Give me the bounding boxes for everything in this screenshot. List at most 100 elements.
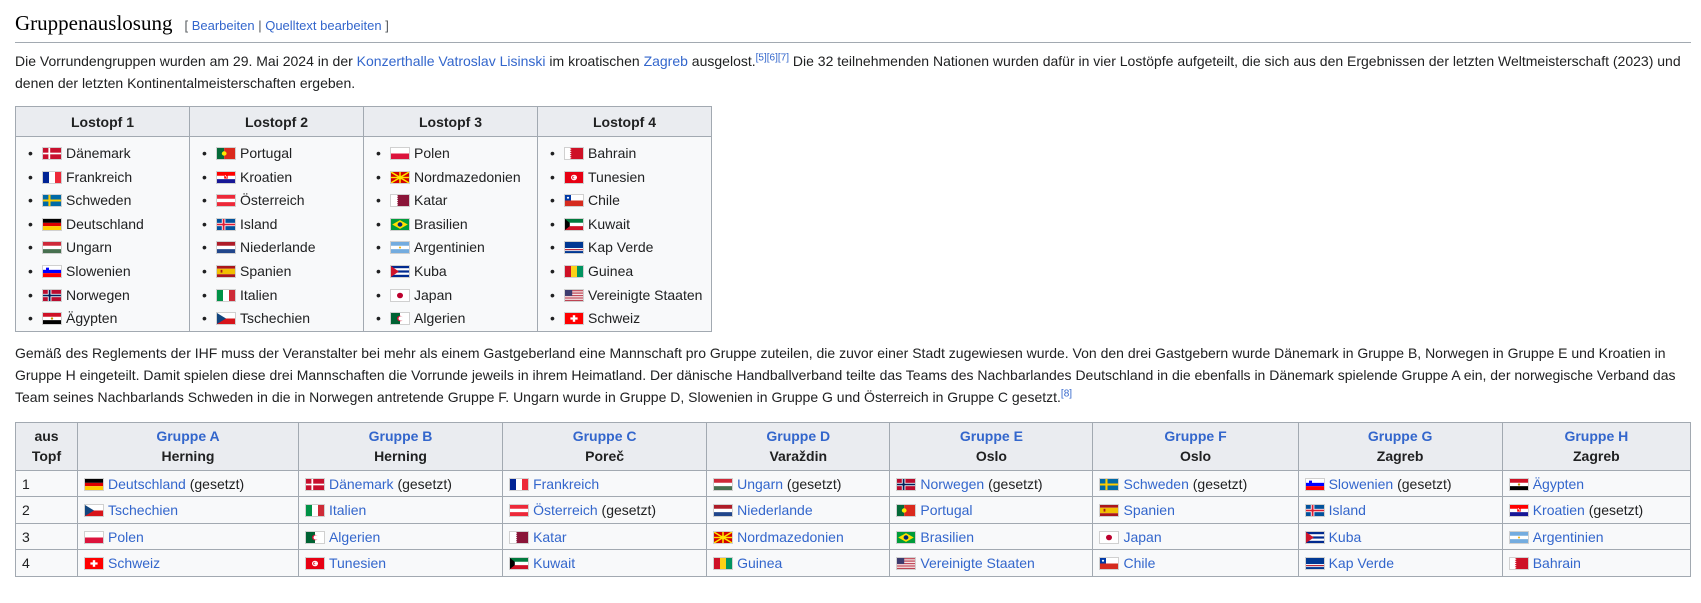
team-link[interactable]: Niederlande: [737, 502, 813, 518]
flag-jp-icon: [390, 288, 410, 302]
team-link[interactable]: Schweiz: [108, 555, 160, 571]
team-name: Island: [240, 215, 278, 232]
group-team-cell: Nordmazedonien: [706, 522, 891, 551]
team-link[interactable]: Island: [1329, 502, 1366, 518]
group-name-link[interactable]: Gruppe F: [1097, 426, 1293, 446]
group-team-cell: Frankreich: [502, 469, 708, 498]
list-item: Guinea: [550, 260, 711, 284]
group-team-cell: Niederlande: [706, 496, 891, 524]
group-name-link[interactable]: Gruppe D: [711, 426, 885, 446]
list-item: Italien: [202, 284, 363, 308]
team-link[interactable]: Nordmazedonien: [737, 529, 844, 545]
flag-es-icon: [1099, 504, 1120, 517]
team-name: Nordmazedonien: [414, 168, 521, 185]
link-konzerthalle[interactable]: Konzerthalle Vatroslav Lisinski: [357, 53, 546, 69]
team-link[interactable]: Kroatien: [1533, 502, 1585, 518]
team-link[interactable]: Ungarn: [737, 476, 783, 492]
group-name-link[interactable]: Gruppe G: [1303, 426, 1498, 446]
list-item: Kuba: [376, 260, 537, 284]
group-header-c: Gruppe C Poreč: [502, 421, 708, 471]
lostopf-cell-1: Dänemark Frankreich Schweden Deutschland Ung…: [15, 136, 190, 332]
group-name-link[interactable]: Gruppe C: [507, 426, 702, 446]
team-name: Deutschland: [66, 215, 144, 232]
section-title: Gruppenauslosung: [15, 11, 173, 35]
flag-ch-icon: [84, 557, 104, 570]
link-zagreb[interactable]: Zagreb: [644, 53, 688, 69]
edit-source-link[interactable]: Quelltext bearbeiten: [265, 18, 381, 33]
flag-eg-icon: [42, 312, 62, 326]
team-link[interactable]: Dänemark: [329, 476, 394, 492]
intro-references[interactable]: [5][6][7]: [756, 52, 789, 63]
team-link[interactable]: Bahrain: [1533, 555, 1581, 571]
pot-number: 4: [15, 549, 78, 577]
flag-de-icon: [84, 477, 104, 491]
team-name: Kroatien: [240, 168, 293, 185]
team-link[interactable]: Japan: [1123, 529, 1161, 545]
team-name: Ungarn: [66, 239, 112, 256]
group-header-f: Gruppe F Oslo: [1092, 421, 1299, 471]
team-name: Bahrain: [588, 145, 637, 161]
group-team-cell: Tschechien: [77, 496, 299, 524]
flag-tn-icon: [564, 170, 584, 184]
seeded-note: (gesetzt): [597, 502, 656, 518]
lostopf-team-list: Dänemark Frankreich Schweden Deutschland Ung…: [16, 142, 189, 331]
group-name-link[interactable]: Gruppe H: [1507, 426, 1686, 446]
team-name: Katar: [414, 192, 448, 209]
team-name: Japan: [414, 286, 453, 303]
team-link[interactable]: Polen: [108, 529, 144, 545]
group-team-cell: Dänemark (gesetzt): [297, 469, 504, 498]
team-link[interactable]: Ägypten: [1533, 476, 1584, 492]
team-link[interactable]: Guinea: [737, 555, 782, 571]
table-row: 1 Deutschland (gesetzt) Dänemark (gesetzt)…: [15, 469, 1692, 498]
flag-cl-icon: [1099, 557, 1120, 570]
team-link[interactable]: Italien: [329, 502, 366, 518]
team-name: Spanien: [240, 262, 292, 279]
list-item: Kroatien: [202, 166, 363, 190]
lostopf-header-row: Lostopf 1 Lostopf 2 Lostopf 3 Lostopf 4: [15, 106, 712, 137]
team-link[interactable]: Tunesien: [329, 555, 386, 571]
team-link[interactable]: Kuwait: [533, 555, 575, 571]
team-link[interactable]: Schweden: [1123, 476, 1188, 492]
group-name-link[interactable]: Gruppe B: [303, 426, 498, 446]
group-name-link[interactable]: Gruppe E: [894, 426, 1088, 446]
group-team-cell: Guinea: [706, 549, 891, 577]
team-link[interactable]: Kap Verde: [1329, 555, 1394, 571]
team-link[interactable]: Deutschland: [108, 476, 186, 492]
flag-dk-icon: [42, 147, 62, 160]
flag-se-icon: [42, 194, 62, 208]
group-team-cell: Kroatien (gesetzt): [1501, 496, 1692, 524]
team-link[interactable]: Portugal: [920, 502, 972, 518]
list-item: Vereinigte Staaten: [550, 284, 711, 308]
team-link[interactable]: Katar: [533, 529, 566, 545]
group-header-e: Gruppe E Oslo: [889, 421, 1094, 471]
seeded-note: (gesetzt): [783, 475, 842, 492]
team-link[interactable]: Vereinigte Staaten: [920, 555, 1034, 571]
team-link[interactable]: Österreich: [533, 502, 598, 518]
team-link[interactable]: Argentinien: [1533, 529, 1604, 545]
group-city: Herning: [374, 448, 427, 465]
team-link[interactable]: Slowenien: [1329, 476, 1394, 492]
flag-dz-icon: [304, 530, 325, 544]
flag-is-icon: [1304, 504, 1325, 517]
edit-link[interactable]: Bearbeiten: [192, 18, 255, 33]
team-link[interactable]: Kuba: [1329, 529, 1362, 545]
rules-references[interactable]: [8]: [1061, 388, 1072, 399]
team-link[interactable]: Spanien: [1123, 502, 1174, 518]
group-team-cell: Kuwait: [502, 549, 708, 577]
flag-dk-icon: [304, 477, 325, 491]
flag-no-icon: [896, 477, 917, 491]
group-header-b: Gruppe B Herning: [297, 421, 504, 471]
team-link[interactable]: Chile: [1123, 555, 1155, 571]
list-item: Argentinien: [376, 236, 537, 260]
lostopf-body-row: Dänemark Frankreich Schweden Deutschland Ung…: [15, 136, 712, 332]
team-link[interactable]: Norwegen: [920, 476, 984, 492]
team-link[interactable]: Algerien: [329, 529, 380, 545]
group-team-cell: Chile: [1092, 549, 1299, 577]
lostopf-cell-3: Polen Nordmazedonien Katar Brasilien Argenti…: [363, 136, 538, 332]
team-link[interactable]: Brasilien: [920, 529, 974, 545]
group-team-cell: Brasilien: [889, 522, 1094, 551]
group-team-cell: Spanien: [1092, 496, 1299, 524]
team-link[interactable]: Tschechien: [108, 502, 178, 518]
group-name-link[interactable]: Gruppe A: [82, 426, 294, 446]
team-link[interactable]: Frankreich: [533, 476, 599, 492]
